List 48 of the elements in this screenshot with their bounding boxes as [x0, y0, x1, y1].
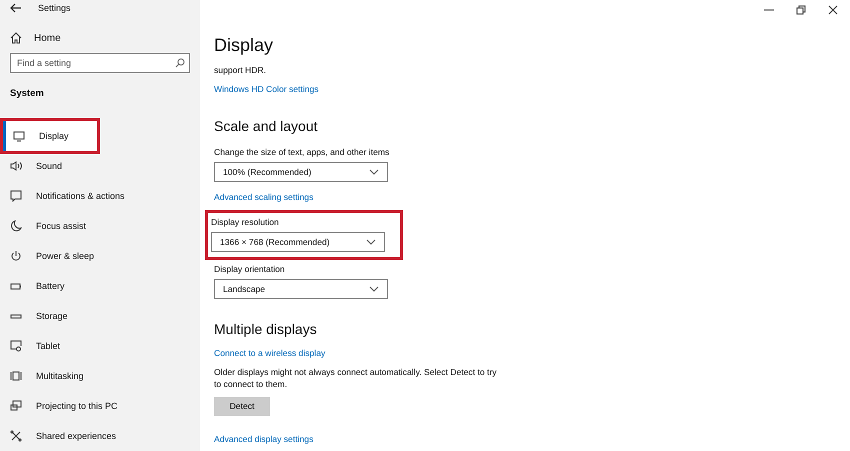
chevron-down-icon: [369, 286, 379, 292]
detect-button[interactable]: Detect: [214, 396, 270, 416]
multitasking-icon: [10, 370, 22, 382]
page-title: Display: [214, 34, 274, 56]
description-text: support HDR.: [214, 64, 268, 76]
search-field[interactable]: Find a setting: [10, 53, 190, 73]
shared-icon: [10, 430, 22, 442]
tablet-icon: [10, 340, 22, 352]
restore-icon[interactable]: [796, 5, 806, 15]
section-title: System: [10, 88, 44, 99]
home-icon: [10, 32, 22, 44]
section-heading: Multiple displays: [214, 320, 318, 338]
monitor-icon: [13, 130, 25, 142]
home-link[interactable]: Home: [10, 32, 61, 44]
sidebar-item[interactable]: Sound: [0, 151, 200, 181]
dropdown-label: Change the size of text, apps, and other items: [214, 146, 390, 158]
sidebar-item[interactable]: Notifications & actions: [0, 181, 200, 211]
power-icon: [10, 250, 22, 262]
sidebar-item[interactable]: Display: [3, 121, 97, 151]
section-heading: Scale and layout: [214, 117, 319, 135]
sidebar-item[interactable]: Shared experiences: [0, 421, 200, 451]
settings-link[interactable]: Advanced display settings: [214, 434, 314, 444]
settings-link[interactable]: Advanced scaling settings: [214, 192, 314, 202]
moon-icon: [10, 220, 22, 232]
message-icon: [10, 190, 22, 202]
projector-icon: [10, 400, 22, 412]
sidebar-item[interactable]: Focus assist: [0, 211, 200, 241]
sidebar-item[interactable]: Power & sleep: [0, 241, 200, 271]
dropdown[interactable]: Landscape: [214, 279, 388, 299]
close-icon[interactable]: [828, 5, 838, 15]
sidebar-item[interactable]: Tablet: [0, 331, 200, 361]
dropdown[interactable]: 1366 × 768 (Recommended): [211, 232, 385, 252]
sidebar-item[interactable]: Multitasking: [0, 361, 200, 391]
settings-link[interactable]: Connect to a wireless display: [214, 348, 326, 358]
speaker-icon: [10, 160, 22, 172]
dropdown-label: Display resolution: [211, 216, 280, 228]
window-title: Settings: [38, 3, 71, 13]
back-arrow-icon[interactable]: [10, 3, 22, 13]
sidebar-item[interactable]: Storage: [0, 301, 200, 331]
dropdown-label: Display orientation: [214, 263, 286, 275]
search-icon: [175, 58, 185, 68]
dropdown[interactable]: 100% (Recommended): [214, 162, 388, 182]
description-text: Older displays might not always connect automatically. Select Detect to try to connect to them.: [214, 366, 498, 390]
sidebar-item[interactable]: Battery: [0, 271, 200, 301]
sidebar-item[interactable]: Projecting to this PC: [0, 391, 200, 421]
settings-link[interactable]: Windows HD Color settings: [214, 84, 319, 94]
chevron-down-icon: [369, 169, 379, 175]
chevron-down-icon: [366, 239, 376, 245]
